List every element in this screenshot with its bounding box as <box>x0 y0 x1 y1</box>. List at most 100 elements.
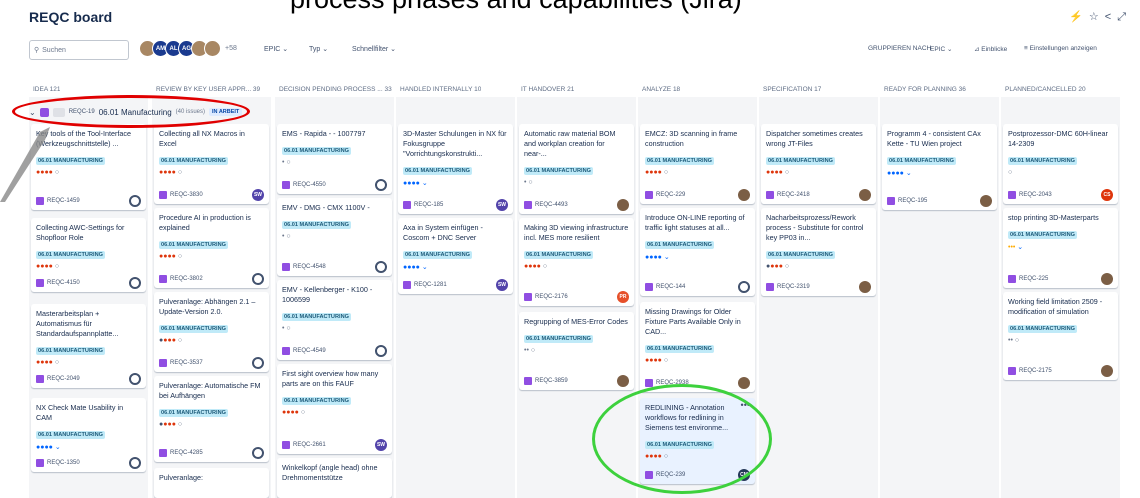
issue-card[interactable]: Collecting all NX Macros in Excel 06.01 … <box>154 124 269 204</box>
issue-key[interactable]: REQC-4548 <box>293 264 326 270</box>
avatar <box>1101 273 1113 285</box>
issue-key[interactable]: REQC-1350 <box>47 460 80 466</box>
issue-key[interactable]: REQC-4150 <box>47 280 80 286</box>
issue-key[interactable]: REQC-3537 <box>170 360 203 366</box>
issue-key[interactable]: REQC-3859 <box>535 378 568 384</box>
issue-card[interactable]: Regrupping of MES-Error Codes 06.01 MANU… <box>519 312 634 390</box>
avatar[interactable] <box>204 40 221 57</box>
epic-label: 06.01 MANUFACTURING <box>159 241 228 249</box>
more-avatars[interactable]: +58 <box>225 45 237 52</box>
issue-card[interactable]: Pulveranlage: Abhängen 2.1 – Update-Vers… <box>154 292 269 372</box>
issue-card[interactable]: Procedure AI in production is explained … <box>154 208 269 288</box>
issue-key[interactable]: REQC-3802 <box>170 276 203 282</box>
card-title: First sight overview how many parts are … <box>282 369 379 388</box>
star-icon[interactable]: ☆ <box>1089 11 1105 23</box>
issue-key[interactable]: REQC-225 <box>1019 276 1048 282</box>
issue-card[interactable]: Automatic raw material BOM and workplan … <box>519 124 634 214</box>
issue-key[interactable]: REQC-2319 <box>777 284 810 290</box>
issue-key[interactable]: REQC-2661 <box>293 442 326 448</box>
issue-key[interactable]: REQC-195 <box>898 198 927 204</box>
share-icon[interactable]: < <box>1105 11 1117 23</box>
issue-card[interactable]: NX Check Mate Usability in CAM 06.01 MAN… <box>31 398 146 472</box>
story-icon <box>1008 191 1016 199</box>
issue-key[interactable]: REQC-185 <box>414 202 443 208</box>
issue-key[interactable]: REQC-3830 <box>170 192 203 198</box>
story-icon <box>159 191 167 199</box>
issue-card[interactable]: Collecting AWC-Settings for Shopfloor Ro… <box>31 218 146 292</box>
settings-button[interactable]: ≡ Einstellungen anzeigen <box>1024 45 1097 52</box>
card-footer: REQC-2319 <box>766 283 810 291</box>
issue-card[interactable]: EMV - DMG - CMX 1100V - 06.01 MANUFACTUR… <box>277 198 392 276</box>
card-title: Automatic raw material BOM and workplan … <box>524 129 616 158</box>
flash-icon[interactable]: ⚡ <box>1069 11 1089 23</box>
arrow-annotation <box>0 127 50 202</box>
issue-card[interactable]: Masterarbeitsplan + Automatismus für Sta… <box>31 304 146 388</box>
issue-key[interactable]: REQC-4493 <box>535 202 568 208</box>
issue-card[interactable]: EMS - Rapida - - 1007797 06.01 MANUFACTU… <box>277 124 392 194</box>
issue-card[interactable]: Introduce ON-LINE reporting of traffic l… <box>640 208 755 296</box>
card-title: Regrupping of MES-Error Codes <box>524 317 628 326</box>
priority-icon: ●●●● ○ <box>159 253 183 260</box>
issue-key[interactable]: REQC-144 <box>656 284 685 290</box>
search-input[interactable]: ⚲ Suchen <box>29 40 129 60</box>
issue-key[interactable]: REQC-2176 <box>535 294 568 300</box>
issue-card[interactable]: stop printing 3D-Masterparts 06.01 MANUF… <box>1003 208 1118 288</box>
issue-card[interactable]: Making 3D viewing infrastructure incl. M… <box>519 218 634 306</box>
story-icon <box>36 279 44 287</box>
issue-key[interactable]: REQC-229 <box>656 192 685 198</box>
priority-icon: ●●●● ○ <box>159 169 183 176</box>
avatar-filter[interactable]: AM AL AG +58 <box>139 40 237 57</box>
issue-card[interactable]: 3D-Master Schulungen in NX für Fokusgrup… <box>398 124 513 214</box>
story-icon <box>645 379 653 387</box>
issue-card[interactable]: EMCZ: 3D scanning in frame construction … <box>640 124 755 204</box>
epic-label: 06.01 MANUFACTURING <box>887 157 956 165</box>
issue-key[interactable]: REQC-2418 <box>777 192 810 198</box>
issue-card[interactable]: Pulveranlage: Automatische FM bei Aufhän… <box>154 376 269 462</box>
avatar <box>617 199 629 211</box>
card-footer: REQC-4150 <box>36 279 80 287</box>
story-icon <box>403 201 411 209</box>
type-filter[interactable]: Typ ⌄ <box>309 45 328 53</box>
issue-card[interactable]: Nacharbeitsprozess/Rework process - Subs… <box>761 208 876 296</box>
issue-card[interactable]: Programm 4 - consistent CAx Kette - TU W… <box>882 124 997 210</box>
epic-label: 06.01 MANUFACTURING <box>36 347 105 355</box>
group-by-select[interactable]: EPIC ⌄ <box>930 45 952 53</box>
epic-filter[interactable]: EPIC ⌄ <box>264 45 288 53</box>
avatar: SW <box>375 439 387 451</box>
quick-filter[interactable]: Schnellfilter ⌄ <box>352 45 396 53</box>
issue-key[interactable]: REQC-2049 <box>47 376 80 382</box>
issue-card[interactable]: Axa in System einfügen - Coscom + DNC Se… <box>398 218 513 294</box>
avatar: PR <box>617 291 629 303</box>
issue-card[interactable]: Pulveranlage: <box>154 468 269 498</box>
issue-card[interactable]: First sight overview how many parts are … <box>277 364 392 454</box>
story-icon <box>1008 367 1016 375</box>
story-icon <box>645 283 653 291</box>
issue-card[interactable]: EMV - Kellenberger - K100 - 1006599 06.0… <box>277 280 392 360</box>
issue-card[interactable]: Dispatcher sometimes creates wrong JT-Fi… <box>761 124 876 204</box>
priority-icon: ●●●● ⌄ <box>403 264 428 271</box>
avatar <box>859 281 871 293</box>
issue-card[interactable]: Winkelkopf (angle head) ohne Drehmoments… <box>277 458 392 498</box>
issue-card[interactable]: Working field limitation 2509 - modifica… <box>1003 292 1118 380</box>
issue-key[interactable]: REQC-1281 <box>414 282 447 288</box>
priority-icon: • ○ <box>282 159 291 166</box>
priority-icon: ●●●● ○ <box>645 169 669 176</box>
issue-key[interactable]: REQC-2175 <box>1019 368 1052 374</box>
issue-card[interactable]: Postprozessor-DMC 60H-linear 14-2309 06.… <box>1003 124 1118 204</box>
avatar <box>129 277 141 289</box>
column-header: IT HANDOVER 21 <box>521 86 575 93</box>
card-footer: REQC-185 <box>403 201 443 209</box>
card-footer: REQC-3802 <box>159 275 203 283</box>
story-icon <box>159 359 167 367</box>
issue-key[interactable]: REQC-4549 <box>293 348 326 354</box>
card-footer: REQC-1281 <box>403 281 447 289</box>
issue-card[interactable]: Missing Drawings for Older Fixture Parts… <box>640 302 755 392</box>
issue-key[interactable]: REQC-2043 <box>1019 192 1052 198</box>
epic-label: 06.01 MANUFACTURING <box>159 409 228 417</box>
expand-icon[interactable]: ⤢ <box>1117 11 1132 23</box>
board-title: REQC board <box>29 9 113 25</box>
column-header: PLANNED/CANCELLED 20 <box>1005 86 1086 93</box>
issue-key[interactable]: REQC-4550 <box>293 182 326 188</box>
insights-button[interactable]: ⊿ Einblicke <box>974 45 1007 53</box>
issue-key[interactable]: REQC-4285 <box>170 450 203 456</box>
